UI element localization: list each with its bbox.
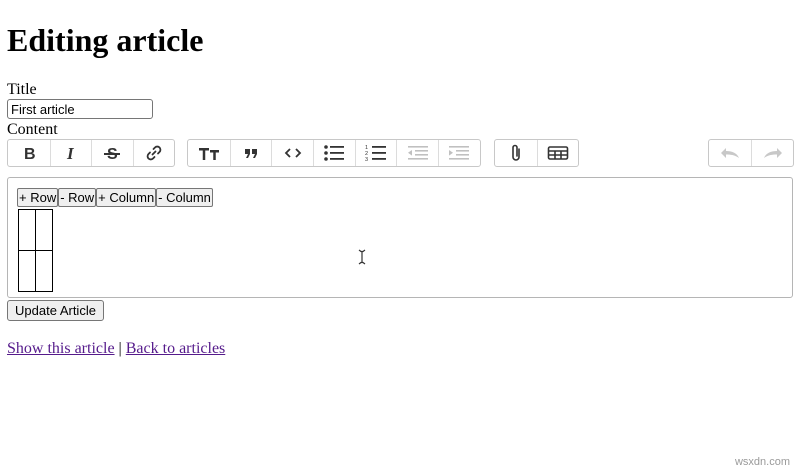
add-column-button[interactable]: + Column: [96, 188, 157, 207]
code-icon: [284, 148, 301, 158]
title-input[interactable]: [7, 99, 153, 119]
redo-icon: [763, 148, 782, 158]
italic-icon: I: [66, 145, 75, 161]
show-article-link[interactable]: Show this article: [7, 340, 115, 357]
undo-icon: [721, 148, 739, 158]
link-separator: |: [114, 340, 126, 357]
file-group: [494, 139, 579, 167]
content-label: Content: [7, 121, 58, 138]
undo-button[interactable]: [709, 140, 751, 166]
page-title: Editing article: [7, 22, 204, 58]
numbered-list-button[interactable]: 1 2 3: [354, 140, 397, 166]
heading-icon: [198, 148, 219, 160]
link-button[interactable]: [132, 140, 175, 166]
quote-button[interactable]: [229, 140, 272, 166]
bold-icon: B: [24, 146, 36, 161]
table-controls: + Row - Row + Column - Column: [17, 188, 213, 207]
add-row-button[interactable]: + Row: [17, 188, 59, 207]
content-table[interactable]: [18, 209, 53, 292]
paperclip-icon: [511, 144, 520, 161]
remove-row-button[interactable]: - Row: [58, 188, 97, 207]
bold-button[interactable]: B: [8, 140, 50, 166]
bullet-list-icon: [324, 145, 345, 161]
outdent-icon: [407, 146, 428, 160]
editor-toolbar: B I S: [7, 139, 794, 167]
quote-icon: [245, 149, 258, 158]
rich-text-editor[interactable]: + Row - Row + Column - Column: [7, 177, 793, 298]
attach-files-button[interactable]: [495, 140, 537, 166]
block-format-group: 1 2 3: [187, 139, 481, 167]
svg-text:3: 3: [365, 157, 368, 162]
italic-button[interactable]: I: [49, 140, 92, 166]
text-format-group: B I S: [7, 139, 175, 167]
remove-column-button[interactable]: - Column: [156, 188, 213, 207]
insert-table-button[interactable]: [536, 140, 579, 166]
watermark: wsxdn.com: [734, 456, 790, 468]
heading-button[interactable]: [188, 140, 230, 166]
title-label: Title: [7, 81, 37, 98]
history-group: [708, 139, 794, 167]
svg-text:I: I: [66, 145, 75, 161]
decrease-indent-button[interactable]: [396, 140, 438, 166]
link-icon: [146, 145, 162, 161]
increase-indent-button[interactable]: [438, 140, 480, 166]
table-icon: [547, 146, 569, 160]
numbered-list-icon: 1 2 3: [365, 145, 387, 162]
update-article-button[interactable]: Update Article: [7, 300, 104, 321]
redo-button[interactable]: [751, 140, 793, 166]
indent-icon: [449, 146, 470, 160]
text-cursor-icon: [358, 249, 366, 265]
strikethrough-icon: S: [104, 146, 121, 161]
code-button[interactable]: [271, 140, 313, 166]
svg-text:B: B: [24, 146, 36, 161]
back-to-articles-link[interactable]: Back to articles: [126, 340, 226, 357]
table-row-divider: [19, 250, 52, 251]
footer-links: Show this article | Back to articles: [7, 340, 225, 358]
strikethrough-button[interactable]: S: [91, 140, 133, 166]
bullet-list-button[interactable]: [313, 140, 355, 166]
